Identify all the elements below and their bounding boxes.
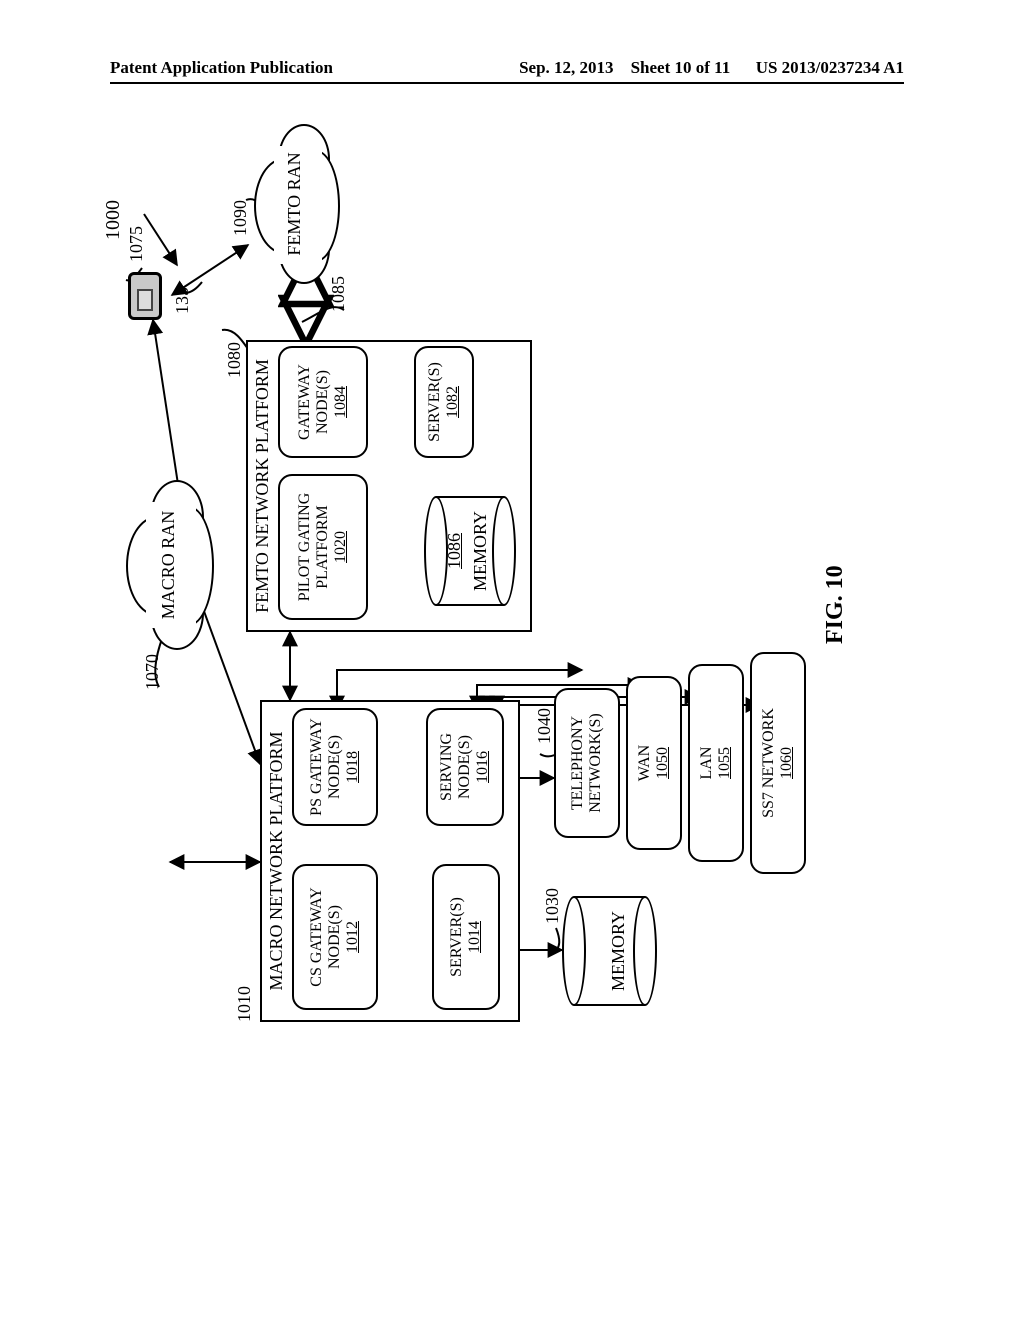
figure-number: FIG. 10 — [822, 565, 849, 644]
macro-ran-ref: 1070 — [142, 654, 163, 690]
femto-server-l1: SERVER(S) — [426, 362, 444, 442]
femto-ran-cloud: FEMTO RAN — [250, 124, 346, 284]
ps-gateway-l1: PS GATEWAY — [308, 718, 326, 816]
femto-memory-ref: 1086 — [444, 496, 465, 606]
macro-server: SERVER(S) 1014 — [432, 864, 500, 1010]
wan-ref: 1050 — [654, 747, 672, 779]
figure-diagram: MACRO NETWORK PLATFORM CS GATEWAY NODE(S… — [122, 190, 902, 1050]
telephony-l1: TELEPHONY — [569, 716, 587, 810]
ps-gateway-l2: NODE(S) — [326, 735, 344, 799]
header-rule — [110, 82, 904, 84]
lan-network: LAN 1055 — [688, 664, 744, 862]
ss7-ref: 1060 — [778, 747, 796, 779]
pilot-l2: PLATFORM — [314, 505, 332, 589]
macro-ran-cloud: MACRO RAN — [122, 480, 218, 650]
system-ref: 1000 — [102, 200, 125, 240]
lan-l1: LAN — [698, 747, 716, 780]
ue-device-icon — [128, 272, 162, 320]
ue-ref: 1075 — [126, 226, 147, 262]
ps-gateway-ref: 1018 — [344, 751, 362, 783]
pilot-gating-platform: PILOT GATING PLATFORM 1020 — [278, 474, 368, 620]
cs-gateway-l1: CS GATEWAY — [308, 887, 326, 986]
serving-l1: SERVING — [438, 733, 456, 801]
link-135-ref: 135 — [172, 287, 193, 314]
femto-ran-label: FEMTO RAN — [284, 124, 305, 284]
pub-number: US 2013/0237234 A1 — [756, 58, 904, 77]
pub-date: Sep. 12, 2013 — [519, 58, 613, 77]
ss7-l1: SS7 NETWORK — [760, 708, 778, 818]
link-1085-ref: 1085 — [328, 276, 349, 312]
femto-ran-ref: 1090 — [230, 200, 251, 236]
macro-platform-ref: 1010 — [234, 986, 255, 1022]
lan-ref: 1055 — [716, 747, 734, 779]
serving-l2: NODE(S) — [456, 735, 474, 799]
cs-gateway-ref: 1012 — [344, 921, 362, 953]
wan-l1: WAN — [636, 745, 654, 781]
header-right: Sep. 12, 2013 Sheet 10 of 11 US 2013/023… — [519, 58, 904, 78]
serving-nodes: SERVING NODE(S) 1016 — [426, 708, 504, 826]
macro-memory-ref: 1030 — [542, 888, 563, 924]
femto-server-ref: 1082 — [444, 386, 462, 418]
femto-platform-ref: 1080 — [224, 342, 245, 378]
cs-gateway-nodes: CS GATEWAY NODE(S) 1012 — [292, 864, 378, 1010]
telephony-ref: 1040 — [534, 708, 555, 744]
femto-network-platform: FEMTO NETWORK PLATFORM PILOT GATING PLAT… — [246, 340, 532, 632]
femto-gateway-nodes: GATEWAY NODE(S) 1084 — [278, 346, 368, 458]
sheet-number: Sheet 10 of 11 — [631, 58, 731, 77]
femto-gw-ref: 1084 — [332, 386, 350, 418]
femto-platform-title: FEMTO NETWORK PLATFORM — [252, 342, 273, 630]
server-ref: 1014 — [466, 921, 484, 953]
server-l1: SERVER(S) — [448, 897, 466, 977]
macro-platform-title: MACRO NETWORK PLATFORM — [266, 702, 287, 1020]
macro-network-platform: MACRO NETWORK PLATFORM CS GATEWAY NODE(S… — [260, 700, 520, 1022]
femto-memory-label: MEMORY — [470, 496, 491, 606]
femto-gw-l2: NODE(S) — [314, 370, 332, 434]
ss7-network: SS7 NETWORK 1060 — [750, 652, 806, 874]
pilot-l1: PILOT GATING — [296, 493, 314, 602]
macro-memory: MEMORY — [562, 896, 657, 1006]
femto-server: SERVER(S) 1082 — [414, 346, 474, 458]
pilot-ref: 1020 — [332, 531, 350, 563]
macro-memory-label: MEMORY — [608, 896, 629, 1006]
femto-gw-l1: GATEWAY — [296, 364, 314, 440]
cs-gateway-l2: NODE(S) — [326, 905, 344, 969]
telephony-networks: TELEPHONY NETWORK(S) — [554, 688, 620, 838]
macro-ran-label: MACRO RAN — [158, 480, 179, 650]
telephony-l2: NETWORK(S) — [587, 713, 605, 813]
pub-label: Patent Application Publication — [110, 58, 333, 78]
femto-memory: 1086 MEMORY — [424, 496, 516, 606]
serving-ref: 1016 — [474, 751, 492, 783]
ps-gateway-nodes: PS GATEWAY NODE(S) 1018 — [292, 708, 378, 826]
wan-network: WAN 1050 — [626, 676, 682, 850]
